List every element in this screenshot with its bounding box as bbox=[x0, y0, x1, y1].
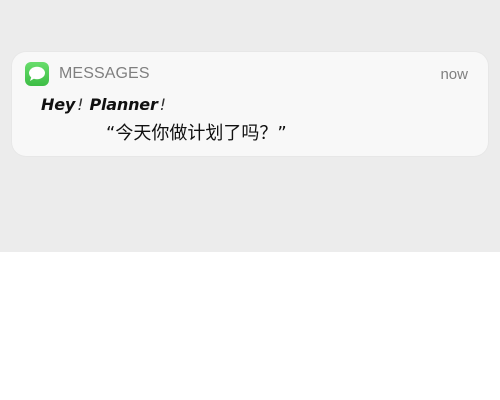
message-notification-banner[interactable]: MESSAGES now Hey! Planner! “今天你做计划了吗？” bbox=[12, 52, 488, 156]
notification-message-text: “今天你做计划了吗？” bbox=[106, 123, 287, 144]
notification-time: now bbox=[440, 66, 468, 83]
notification-app-name: MESSAGES bbox=[59, 65, 150, 82]
messages-app-icon bbox=[25, 62, 49, 86]
notification-title-planner: Planner bbox=[89, 95, 158, 114]
notification-title-exclamation-1: ! bbox=[77, 95, 84, 114]
notification-title-hey: Hey bbox=[41, 95, 76, 114]
notification-title-exclamation-2: ! bbox=[159, 95, 167, 114]
notification-title: Hey! Planner! bbox=[41, 95, 172, 115]
